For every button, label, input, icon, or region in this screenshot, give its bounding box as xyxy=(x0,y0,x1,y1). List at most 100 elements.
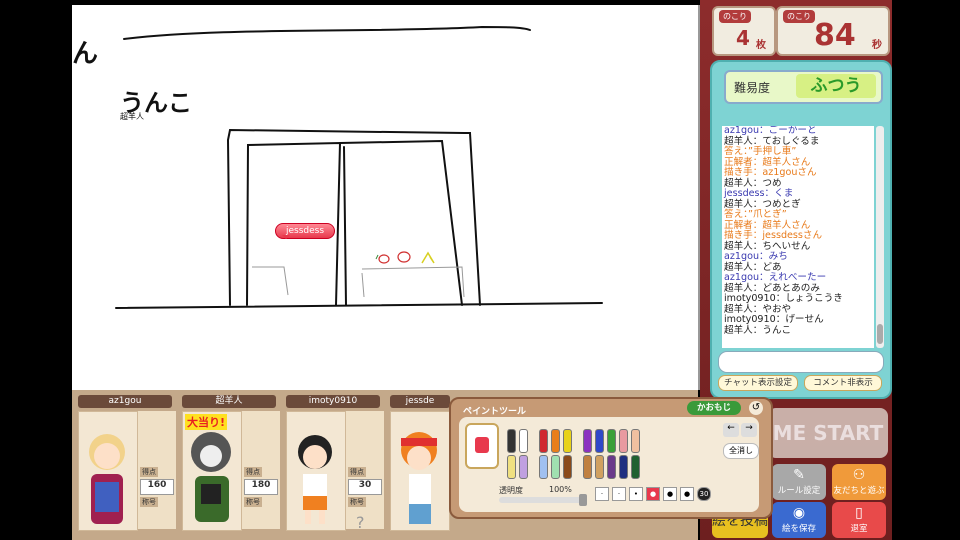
undo-arrow-icon[interactable]: ← xyxy=(723,423,739,437)
paint-tool-panel: ペイントツール かおもじ ↺ ← → 全消し 透明度 100% · · • ● ● ● 30 xyxy=(449,397,773,519)
player-avatar: 大当り! xyxy=(182,411,242,531)
clear-all-button[interactable]: 全消し xyxy=(723,443,759,459)
drawer-name-tag: jessdess xyxy=(275,223,336,239)
close-panel-icon[interactable]: ↺ xyxy=(749,401,763,415)
opacity-value: 100% xyxy=(549,485,572,494)
exit-room-label: 退室 xyxy=(850,524,868,534)
cards-remaining-label: のこり xyxy=(719,10,751,23)
chat-line: 答え：”爪とぎ” xyxy=(724,209,787,220)
difficulty-box: 難易度 ふつう xyxy=(724,70,883,104)
game-start-button[interactable]: ME START xyxy=(768,408,888,458)
pen-color-15[interactable] xyxy=(563,455,572,479)
unknown-title-icon: ? xyxy=(356,513,365,532)
brush-size-2[interactable]: · xyxy=(612,487,626,501)
pen-color-4[interactable] xyxy=(551,429,560,453)
pen-color-11[interactable] xyxy=(507,455,516,479)
player-name: imoty0910 xyxy=(286,395,380,408)
save-drawing-button[interactable]: ◉ 絵を保存 xyxy=(772,502,826,538)
cards-unit: 枚 xyxy=(756,40,766,51)
pen-color-20[interactable] xyxy=(631,455,640,479)
chat-line: 描き手：jessdessさん xyxy=(724,230,823,241)
brush-size-7[interactable]: 30 xyxy=(697,487,711,501)
player-slot-2[interactable]: 超羊人 大当り! 得点 180 称号 xyxy=(182,395,282,535)
difficulty-label: 難易度 xyxy=(734,81,771,95)
opacity-slider-handle[interactable] xyxy=(579,494,587,506)
current-color-icon xyxy=(475,437,489,453)
pen-color-19[interactable] xyxy=(619,455,628,479)
chat-line: az1gou：みち xyxy=(724,251,788,262)
pen-color-6[interactable] xyxy=(583,429,592,453)
player-slot-3[interactable]: imoty0910 得点 30 称号 ? xyxy=(286,395,386,535)
pen-color-17[interactable] xyxy=(595,455,604,479)
cards-remaining-value: 4 xyxy=(736,26,750,50)
pen-color-18[interactable] xyxy=(607,455,616,479)
time-remaining-label: のこり xyxy=(783,10,815,23)
player-avatar xyxy=(78,411,138,531)
title-label: 称号 xyxy=(348,497,366,507)
score-label: 得点 xyxy=(140,467,158,477)
time-unit: 秒 xyxy=(872,40,882,51)
chat-display-settings-button[interactable]: チャット表示設定 xyxy=(718,375,798,391)
title-label: 称号 xyxy=(244,497,262,507)
kaomoji-button[interactable]: かおもじ xyxy=(687,401,741,415)
chat-line: jessdess：くま xyxy=(724,188,794,199)
brush-size-picker: · · • ● ● ● 30 xyxy=(595,487,715,503)
chat-input[interactable] xyxy=(718,351,884,373)
pen-color-16[interactable] xyxy=(583,455,592,479)
chat-scroll-thumb[interactable] xyxy=(877,324,883,344)
opacity-slider[interactable] xyxy=(499,494,587,506)
pen-color-7[interactable] xyxy=(595,429,604,453)
pen-color-3[interactable] xyxy=(539,429,548,453)
chat-log: az1gou：ごーかーと 超羊人：ておしぐるま 答え：”手押し車” 正解者：超羊人さん… xyxy=(722,126,874,348)
score-label: 得点 xyxy=(348,467,366,477)
brush-size-4[interactable]: ● xyxy=(646,487,660,501)
rules-settings-label: ルール設定 xyxy=(777,486,821,496)
current-color-swatch[interactable] xyxy=(465,423,499,469)
time-remaining-counter: のこり 84 秒 xyxy=(776,6,890,56)
player-badge: 大当り! xyxy=(185,414,228,430)
chat-line: az1gou：えれべーたー xyxy=(724,272,827,283)
save-drawing-label: 絵を保存 xyxy=(781,524,816,534)
paint-tool-title: ペイントツール xyxy=(463,407,527,417)
player-stats: 得点 160 称号 xyxy=(138,411,176,529)
paint-tool-body: ← → 全消し 透明度 100% · · • ● ● ● 30 xyxy=(459,417,759,512)
brush-size-6[interactable]: ● xyxy=(680,487,694,501)
pen-color-14[interactable] xyxy=(551,455,560,479)
player-slot-4[interactable]: jessde xyxy=(390,395,450,535)
difficulty-value: ふつう xyxy=(796,74,876,98)
canvas-drawing xyxy=(115,25,603,309)
pen-color-12[interactable] xyxy=(519,455,528,479)
brush-size-3[interactable]: • xyxy=(629,487,643,501)
play-with-friends-button[interactable]: ⚇ 友だちと遊ぶ xyxy=(832,464,886,500)
pen-color-9[interactable] xyxy=(619,429,628,453)
player-slot-1[interactable]: az1gou 得点 160 称号 xyxy=(78,395,178,535)
player-score: 180 xyxy=(244,479,278,495)
chat-line: 描き手：az1gouさん xyxy=(724,167,817,178)
redo-arrow-icon[interactable]: → xyxy=(741,423,757,437)
rules-settings-button[interactable]: ✎ ルール設定 xyxy=(772,464,826,500)
pen-color-8[interactable] xyxy=(607,429,616,453)
pen-color-5[interactable] xyxy=(563,429,572,453)
title-label: 称号 xyxy=(140,497,158,507)
exit-room-button[interactable]: ▯ 退室 xyxy=(832,502,886,538)
comment-hide-button[interactable]: コメント非表示 xyxy=(804,375,882,391)
player-avatar xyxy=(390,411,450,531)
player-stats: 得点 30 称号 ? xyxy=(346,411,384,532)
chat-line: imoty0910：しょうこうき xyxy=(724,293,843,304)
time-remaining-value: 84 xyxy=(814,18,856,53)
drawing-canvas[interactable]: ん うんこ 超羊人 jessdess xyxy=(72,5,700,390)
player-name: 超羊人 xyxy=(182,395,276,408)
chat-line: imoty0910：げーせん xyxy=(724,314,824,325)
pen-color-1[interactable] xyxy=(507,429,516,453)
brush-size-5[interactable]: ● xyxy=(663,487,677,501)
wrench-icon: ✎ xyxy=(793,467,805,483)
pen-color-2[interactable] xyxy=(519,429,528,453)
pen-color-10[interactable] xyxy=(631,429,640,453)
chat-line: 超羊人：うんこ xyxy=(724,324,792,336)
pen-color-13[interactable] xyxy=(539,455,548,479)
chat-scrollbar[interactable] xyxy=(876,126,884,348)
score-label: 得点 xyxy=(244,467,262,477)
opacity-label: 透明度 xyxy=(499,486,523,495)
player-avatar xyxy=(286,411,346,531)
brush-size-1[interactable]: · xyxy=(595,487,609,501)
